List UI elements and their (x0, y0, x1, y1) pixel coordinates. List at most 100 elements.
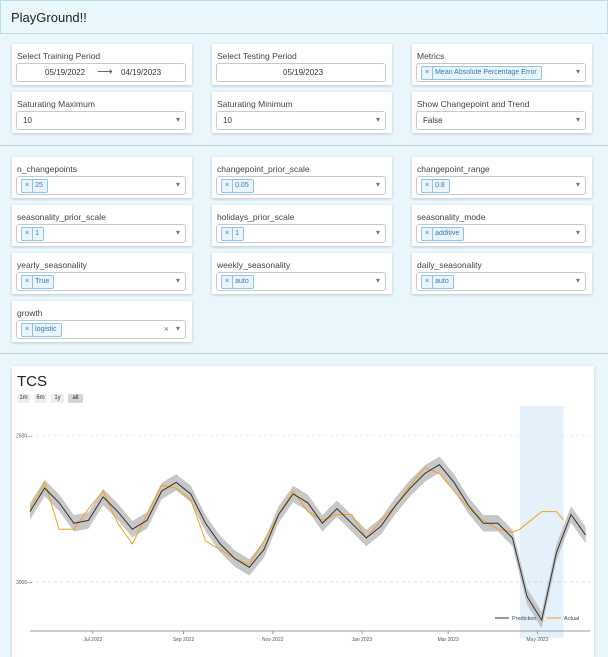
section-divider (0, 145, 608, 146)
chevron-down-icon[interactable]: ▾ (176, 276, 180, 285)
y-tick-label: 2500— (16, 433, 32, 439)
saturating-min-value: 10 (223, 116, 232, 125)
n-changepoints-dropdown[interactable]: × 25 ▾ (16, 176, 186, 195)
show-changepoint-card: Show Changepoint and Trend False ▾ (412, 92, 592, 133)
growth-card: growth × logistic × ▾ (12, 301, 192, 342)
tag-remove-icon[interactable]: × (422, 67, 434, 79)
yearly-seasonality-tag: × True (21, 275, 55, 289)
chevron-down-icon[interactable]: ▾ (376, 228, 380, 237)
seasonality-mode-value: additive (435, 230, 460, 237)
metrics-card: Metrics × Mean Absolute Percentage Error … (412, 44, 592, 85)
seasonality-prior-scale-label: seasonality_prior_scale (17, 212, 106, 222)
seasonality-prior-scale-tag: × 1 (21, 227, 44, 241)
tag-remove-icon[interactable]: × (422, 180, 434, 192)
yearly-seasonality-dropdown[interactable]: × True ▾ (16, 272, 186, 291)
growth-value: logistic (35, 326, 57, 333)
x-tick-label: Jul 2022 (83, 637, 102, 643)
changepoint-prior-scale-card: changepoint_prior_scale × 0.05 ▾ (212, 157, 392, 198)
saturating-max-card: Saturating Maximum 10 ▾ (12, 92, 192, 133)
chevron-down-icon[interactable]: ▾ (376, 276, 380, 285)
yearly-seasonality-label: yearly_seasonality (17, 260, 87, 270)
training-period-card: Select Training Period 05/19/2022 ⟶ 04/1… (12, 44, 192, 85)
saturating-min-dropdown[interactable]: 10 ▾ (216, 111, 386, 130)
y-tick-label: 3000— (16, 580, 32, 586)
tag-remove-icon[interactable]: × (22, 180, 34, 192)
seasonality-mode-tag: × additive (421, 227, 465, 241)
metrics-dropdown[interactable]: × Mean Absolute Percentage Error ▾ (416, 63, 586, 82)
changepoint-prior-scale-dropdown[interactable]: × 0.05 ▾ (216, 176, 386, 195)
daily-seasonality-dropdown[interactable]: × auto ▾ (416, 272, 586, 291)
n-changepoints-value: 25 (35, 182, 43, 189)
seasonality-mode-label: seasonality_mode (417, 212, 486, 222)
testing-end-date[interactable]: 05/19/2023 (283, 68, 323, 77)
growth-dropdown[interactable]: × logistic × ▾ (16, 320, 186, 339)
changepoint-prior-scale-tag: × 0.05 (221, 179, 254, 193)
holidays-prior-scale-tag: × 1 (221, 227, 244, 241)
chevron-down-icon[interactable]: ▾ (176, 228, 180, 237)
chevron-down-icon[interactable]: ▾ (376, 115, 380, 124)
n-changepoints-tag: × 25 (21, 179, 48, 193)
saturating-min-label: Saturating Minimum (217, 99, 293, 109)
tag-remove-icon[interactable]: × (22, 276, 34, 288)
weekly-seasonality-value: auto (235, 278, 249, 285)
changepoint-range-dropdown[interactable]: × 0.8 ▾ (416, 176, 586, 195)
metrics-value: Mean Absolute Percentage Error (435, 69, 537, 76)
chevron-down-icon[interactable]: ▾ (176, 324, 180, 333)
show-changepoint-value: False (423, 116, 443, 125)
chevron-down-icon[interactable]: ▾ (576, 67, 580, 76)
arrow-right-icon: ⟶ (97, 66, 113, 78)
chevron-down-icon[interactable]: ▾ (176, 115, 180, 124)
weekly-seasonality-dropdown[interactable]: × auto ▾ (216, 272, 386, 291)
seasonality-prior-scale-card: seasonality_prior_scale × 1 ▾ (12, 205, 192, 246)
yearly-seasonality-card: yearly_seasonality × True ▾ (12, 253, 192, 294)
tag-remove-icon[interactable]: × (222, 180, 234, 192)
app-title: PlayGround!! (11, 10, 87, 25)
training-period-range[interactable]: 05/19/2022 ⟶ 04/19/2023 (16, 63, 186, 82)
seasonality-mode-card: seasonality_mode × additive ▾ (412, 205, 592, 246)
saturating-max-value: 10 (23, 116, 32, 125)
changepoint-range-value: 0.8 (435, 182, 445, 189)
chevron-down-icon[interactable]: ▾ (376, 180, 380, 189)
growth-label: growth (17, 308, 43, 318)
tag-remove-icon[interactable]: × (222, 276, 234, 288)
chevron-down-icon[interactable]: ▾ (176, 180, 180, 189)
section-divider (0, 353, 608, 354)
testing-period-label: Select Testing Period (217, 51, 297, 61)
clear-icon[interactable]: × (164, 324, 169, 334)
holidays-prior-scale-dropdown[interactable]: × 1 ▾ (216, 224, 386, 243)
chevron-down-icon[interactable]: ▾ (576, 180, 580, 189)
training-start-date[interactable]: 05/19/2022 (45, 68, 85, 77)
saturating-max-dropdown[interactable]: 10 ▾ (16, 111, 186, 130)
uncertainty-band (30, 456, 586, 629)
chevron-down-icon[interactable]: ▾ (576, 115, 580, 124)
holidays-prior-scale-value: 1 (235, 230, 239, 237)
forecast-chart[interactable]: 3000— 2500— Jul 2022 Sep 2022 Nov 2022 Jan 20… (12, 366, 594, 657)
x-tick-label: Sep 2022 (173, 637, 195, 643)
saturating-max-label: Saturating Maximum (17, 99, 95, 109)
prediction-series-line (29, 464, 587, 622)
chevron-down-icon[interactable]: ▾ (576, 228, 580, 237)
x-tick-label: May 2023 (526, 637, 548, 643)
training-end-date[interactable]: 04/19/2023 (121, 68, 161, 77)
tag-remove-icon[interactable]: × (422, 228, 434, 240)
testing-period-field: 05/19/2023 (216, 63, 386, 82)
seasonality-prior-scale-dropdown[interactable]: × 1 ▾ (16, 224, 186, 243)
legend-actual-label: Actual (564, 616, 579, 622)
holidays-prior-scale-label: holidays_prior_scale (217, 212, 295, 222)
changepoint-range-tag: × 0.8 (421, 179, 450, 193)
show-changepoint-dropdown[interactable]: False ▾ (416, 111, 586, 130)
tag-remove-icon[interactable]: × (22, 324, 34, 336)
daily-seasonality-label: daily_seasonality (417, 260, 482, 270)
daily-seasonality-tag: × auto (421, 275, 454, 289)
tag-remove-icon[interactable]: × (222, 228, 234, 240)
tag-remove-icon[interactable]: × (422, 276, 434, 288)
n-changepoints-card: n_changepoints × 25 ▾ (12, 157, 192, 198)
seasonality-mode-dropdown[interactable]: × additive ▾ (416, 224, 586, 243)
changepoint-prior-scale-label: changepoint_prior_scale (217, 164, 310, 174)
tag-remove-icon[interactable]: × (22, 228, 34, 240)
saturating-min-card: Saturating Minimum 10 ▾ (212, 92, 392, 133)
daily-seasonality-card: daily_seasonality × auto ▾ (412, 253, 592, 294)
forecast-window-highlight (519, 406, 564, 638)
changepoint-range-label: changepoint_range (417, 164, 490, 174)
chevron-down-icon[interactable]: ▾ (576, 276, 580, 285)
